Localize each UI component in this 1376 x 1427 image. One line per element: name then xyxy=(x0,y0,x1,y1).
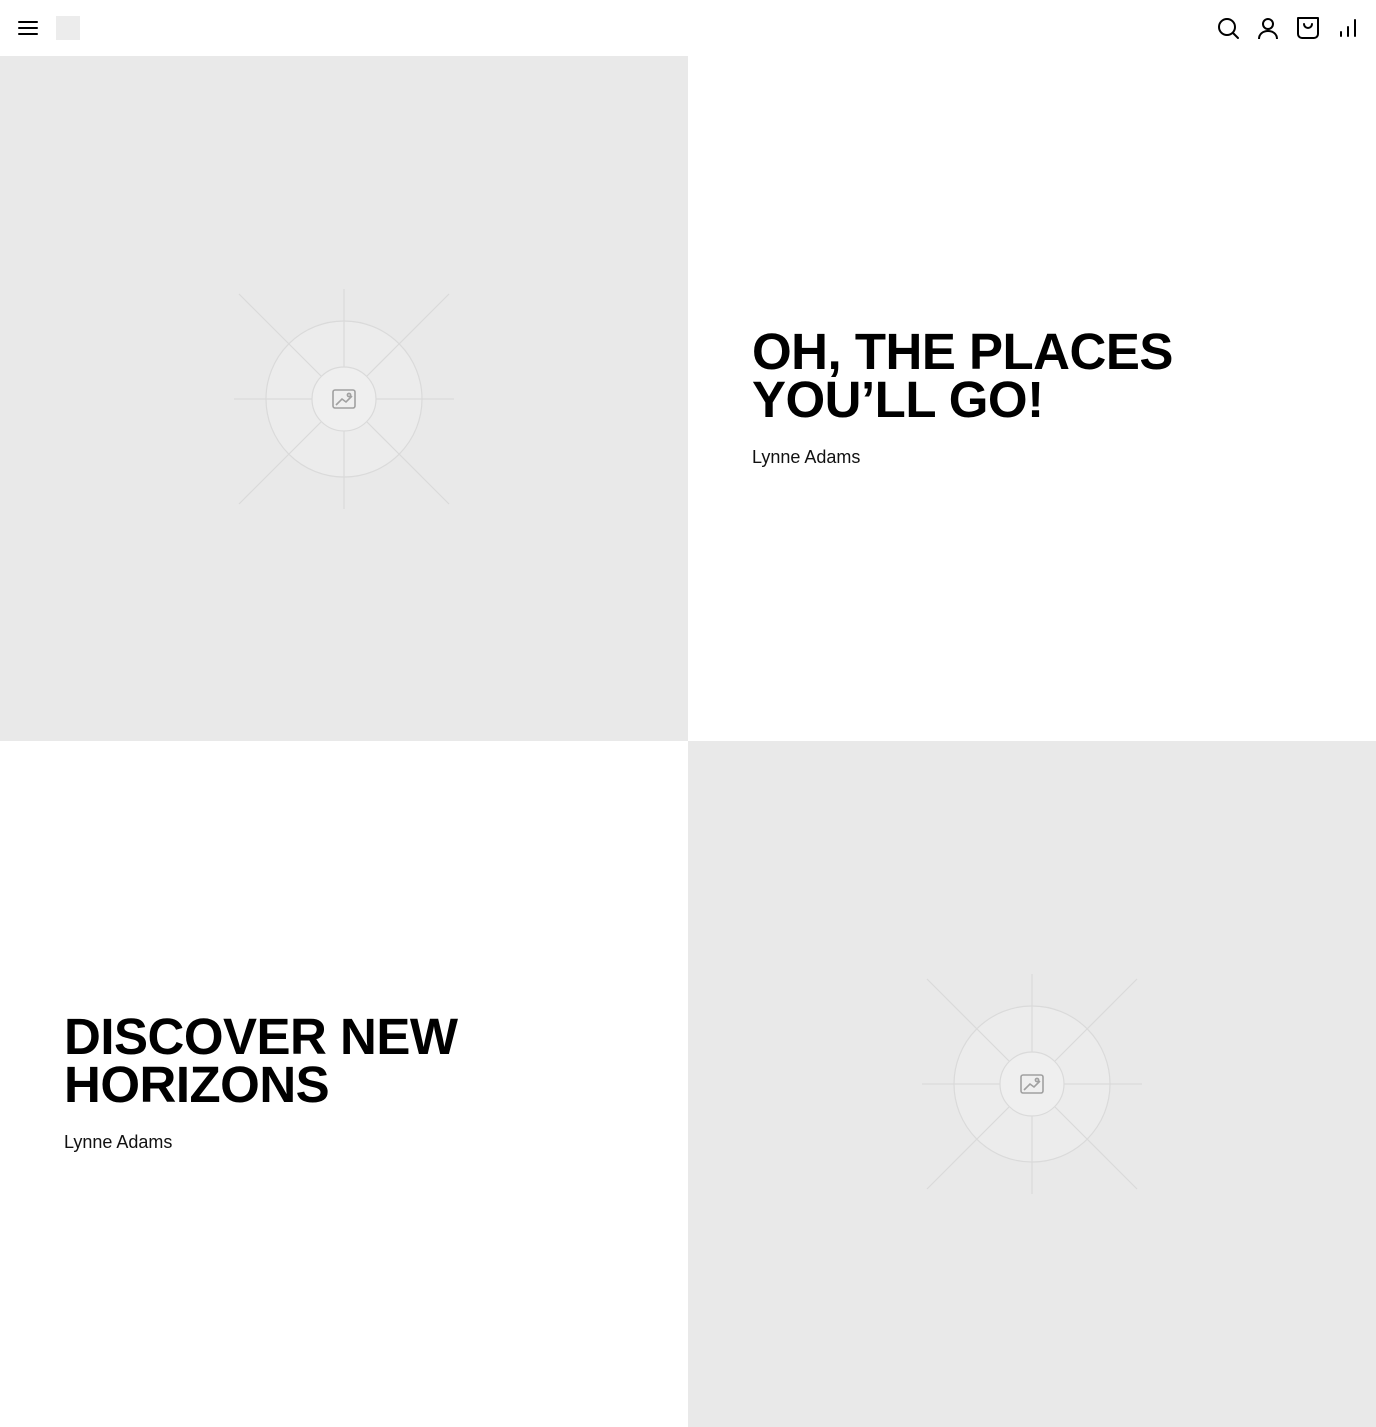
image-placeholder-icon xyxy=(922,974,1142,1194)
search-icon[interactable] xyxy=(1216,16,1240,40)
article-author: Lynne Adams xyxy=(752,447,861,467)
hamburger-menu-icon[interactable] xyxy=(16,16,40,40)
article-heading[interactable]: OH, THE PLACES YOU’LL GO! xyxy=(752,326,1312,425)
featured-image-2[interactable] xyxy=(688,741,1376,1427)
article-card-1: OH, THE PLACES YOU’LL GO! Lynne Adams xyxy=(688,56,1376,741)
user-account-icon[interactable] xyxy=(1256,16,1280,40)
site-header xyxy=(0,0,1376,56)
image-placeholder-icon xyxy=(234,288,454,509)
bar-chart-icon[interactable] xyxy=(1336,16,1360,40)
article-heading[interactable]: DISCOVER NEW HORIZONS xyxy=(64,1011,624,1110)
article-author: Lynne Adams xyxy=(64,1132,173,1152)
logo[interactable] xyxy=(56,16,80,40)
article-card-2: DISCOVER NEW HORIZONS Lynne Adams xyxy=(0,741,688,1427)
article-text-block: OH, THE PLACES YOU’LL GO! Lynne Adams xyxy=(752,326,1312,468)
shopping-bag-icon[interactable] xyxy=(1296,16,1320,40)
featured-image-1[interactable] xyxy=(0,56,688,741)
article-text-block: DISCOVER NEW HORIZONS Lynne Adams xyxy=(64,1011,624,1153)
